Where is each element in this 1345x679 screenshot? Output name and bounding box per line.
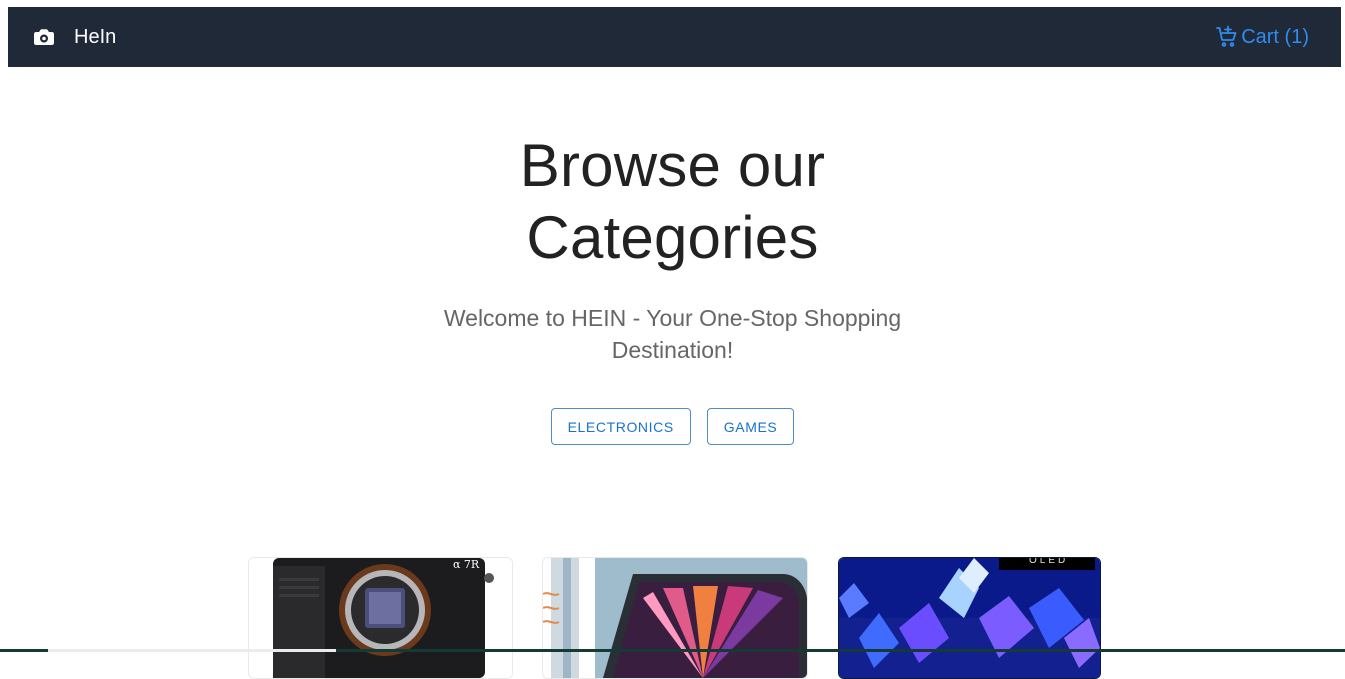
hero-section: Browse our Categories Welcome to HEIN - …	[0, 130, 1345, 366]
page-title: Browse our Categories	[463, 130, 883, 274]
cart-label: Cart (1)	[1241, 25, 1309, 48]
cart-add-icon	[1215, 25, 1239, 49]
title-line-2: Categories	[526, 204, 819, 271]
top-navbar: HeIn Cart (1)	[8, 7, 1341, 67]
oled-tv-crystals-image: OLED	[839, 558, 1100, 678]
category-buttons: ELECTRONICS GAMES	[0, 408, 1345, 445]
welcome-subtitle: Welcome to HEIN - Your One-Stop Shopping…	[443, 305, 902, 363]
title-line-1: Browse our	[519, 132, 826, 199]
mirrorless-camera-image: α 7R	[249, 558, 512, 678]
product-card-camera[interactable]: α 7R	[248, 557, 513, 679]
brand-link[interactable]: HeIn	[32, 25, 116, 49]
camera-model-badge: α 7R	[453, 558, 480, 571]
category-electronics-button[interactable]: ELECTRONICS	[550, 408, 691, 445]
brand-name: HeIn	[74, 25, 117, 48]
product-card-oled-tv[interactable]: OLED	[838, 557, 1101, 679]
category-games-button[interactable]: GAMES	[706, 408, 795, 445]
tablet-with-case-image	[543, 558, 807, 678]
camera-icon	[32, 25, 56, 49]
oled-badge: OLED	[1029, 558, 1068, 566]
cart-button[interactable]: Cart (1)	[1215, 25, 1309, 49]
product-card-tablet[interactable]	[542, 557, 808, 679]
